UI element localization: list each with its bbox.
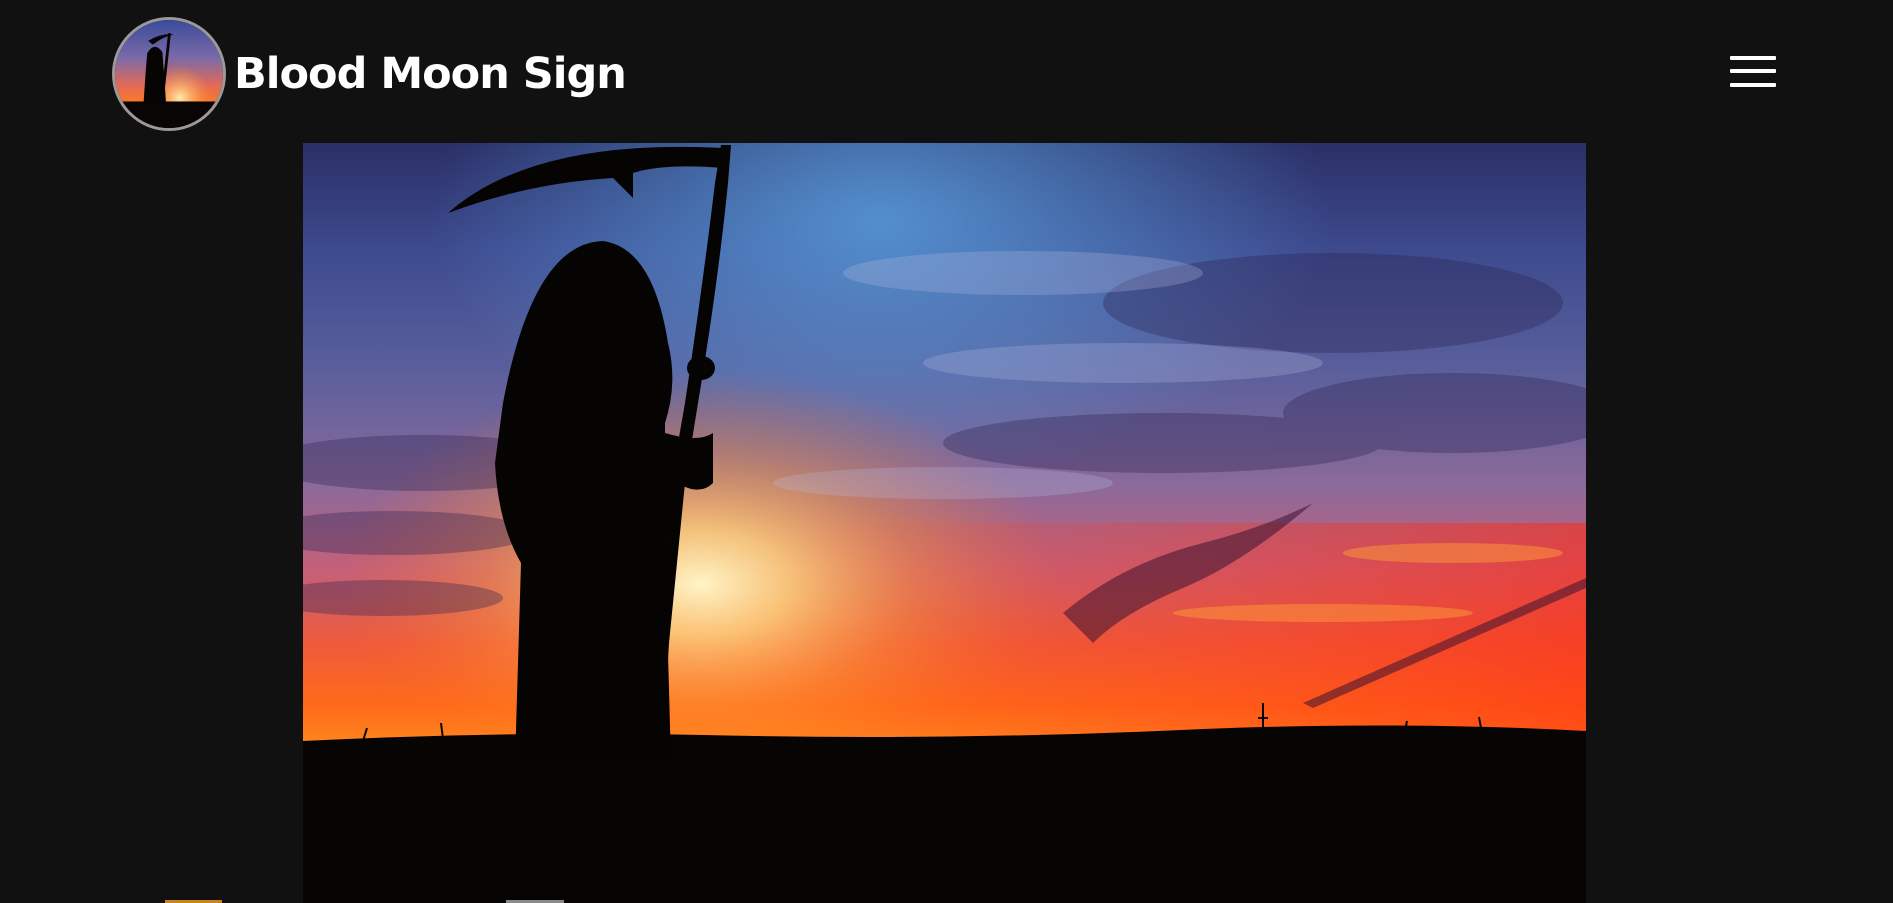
hamburger-menu-icon-bar [1730, 69, 1776, 73]
page: Blood Moon Sign [0, 0, 1893, 903]
grim-reaper-sunset-image [303, 143, 1586, 903]
avatar [112, 17, 226, 131]
grim-reaper-logo-icon [115, 20, 223, 128]
site-title: Blood Moon Sign [234, 48, 627, 99]
site-logo-link[interactable]: Blood Moon Sign [112, 17, 627, 131]
hero-image [303, 143, 1586, 903]
site-header: Blood Moon Sign [0, 0, 1893, 142]
hamburger-menu-icon-bar [1730, 83, 1776, 87]
hamburger-menu-button[interactable] [1730, 53, 1778, 91]
hamburger-menu-icon [1730, 56, 1776, 60]
